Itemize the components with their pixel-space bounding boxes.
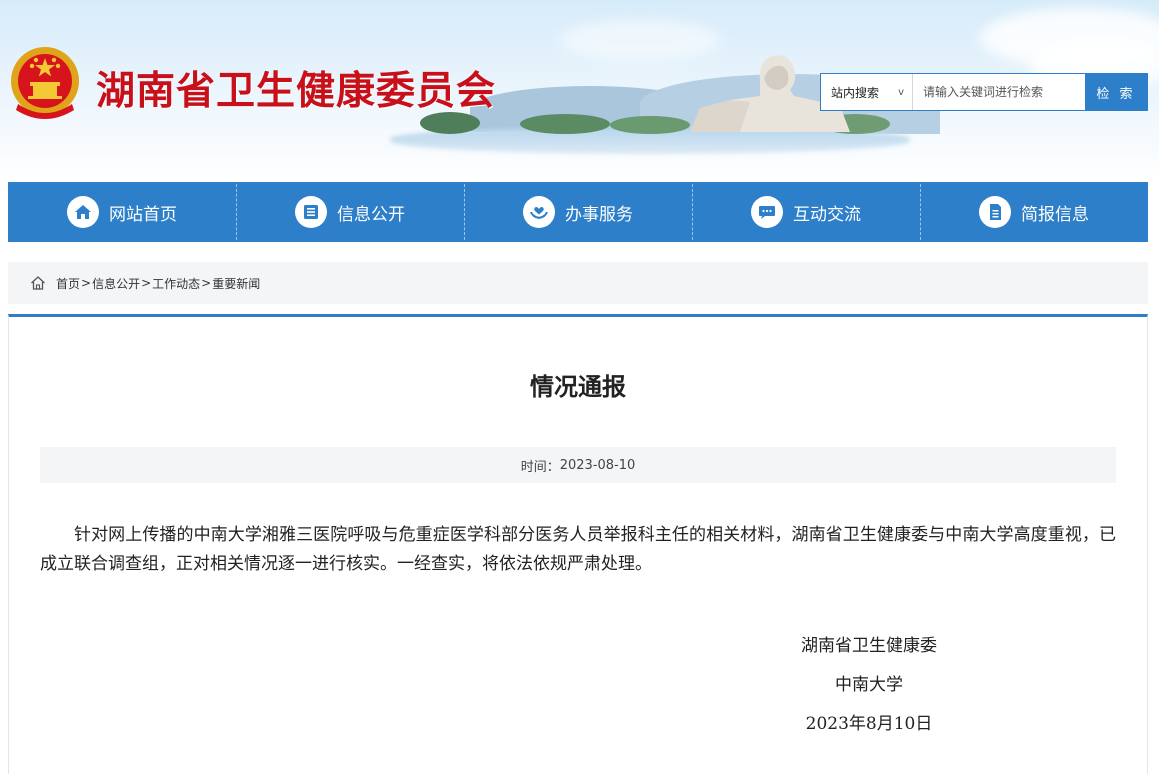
article-title: 情况通报 (530, 373, 626, 401)
signature-org-2: 中南大学 (835, 675, 903, 695)
nav-item-interaction[interactable]: 互动交流 (692, 182, 920, 242)
breadcrumb-item-info-disclosure[interactable]: 信息公开 (92, 275, 140, 292)
breadcrumb-item-work-news[interactable]: 工作动态 (152, 275, 200, 292)
document-list-icon (295, 196, 327, 228)
breadcrumb-separator: > (141, 276, 152, 290)
site-header: 湖南省卫生健康委员会 站内搜索 v 检 索 (0, 0, 1159, 182)
search-bar: 站内搜索 v 检 索 (820, 73, 1148, 111)
nav-item-label: 简报信息 (1021, 204, 1089, 225)
nav-item-services[interactable]: 办事服务 (464, 182, 692, 242)
nav-item-label: 办事服务 (565, 204, 633, 225)
home-icon (31, 276, 45, 290)
briefing-document-icon (979, 196, 1011, 228)
nav-item-label: 信息公开 (337, 204, 405, 225)
breadcrumb-item-important-news[interactable]: 重要新闻 (212, 275, 260, 292)
search-scope-label: 站内搜索 (831, 85, 880, 100)
heart-hands-icon (523, 196, 555, 228)
publish-time-value: 2023-08-10 (559, 457, 636, 473)
breadcrumb-separator: > (201, 276, 212, 290)
chevron-down-icon: v (898, 86, 904, 98)
article-body: 针对网上传播的中南大学湘雅三医院呼吸与危重症医学科部分医务人员举报科主任的相关材… (40, 525, 1116, 574)
national-emblem-icon (11, 47, 79, 119)
breadcrumb: 首页 > 信息公开 > 工作动态 > 重要新闻 (8, 262, 1148, 304)
signature-org-1: 湖南省卫生健康委 (801, 636, 937, 656)
site-title: 湖南省卫生健康委员会 (96, 68, 497, 114)
tree-decoration (520, 114, 610, 134)
nav-item-label: 互动交流 (793, 204, 861, 225)
article-panel: 情况通报 时间： 2023-08-10 针对网上传播的中南大学湘雅三医院呼吸与危… (8, 314, 1148, 774)
breadcrumb-separator: > (81, 276, 92, 290)
nav-item-briefing[interactable]: 简报信息 (920, 182, 1148, 242)
search-button[interactable]: 检 索 (1085, 74, 1147, 110)
home-icon (67, 196, 99, 228)
nav-item-home[interactable]: 网站首页 (8, 182, 236, 242)
article-meta: 时间： 2023-08-10 (40, 447, 1116, 483)
publish-time-label: 时间： (520, 459, 560, 475)
nav-item-info-disclosure[interactable]: 信息公开 (236, 182, 464, 242)
tree-decoration (610, 116, 690, 134)
search-scope-select[interactable]: 站内搜索 v (821, 74, 913, 110)
signature-date: 2023年8月10日 (805, 714, 933, 734)
chat-bubble-icon (751, 196, 783, 228)
search-input[interactable] (913, 74, 1085, 110)
breadcrumb-item-home[interactable]: 首页 (56, 275, 80, 292)
nav-item-label: 网站首页 (109, 204, 177, 225)
main-nav: 网站首页 信息公开 办事服务 互动交流 简报信息 (8, 182, 1148, 242)
